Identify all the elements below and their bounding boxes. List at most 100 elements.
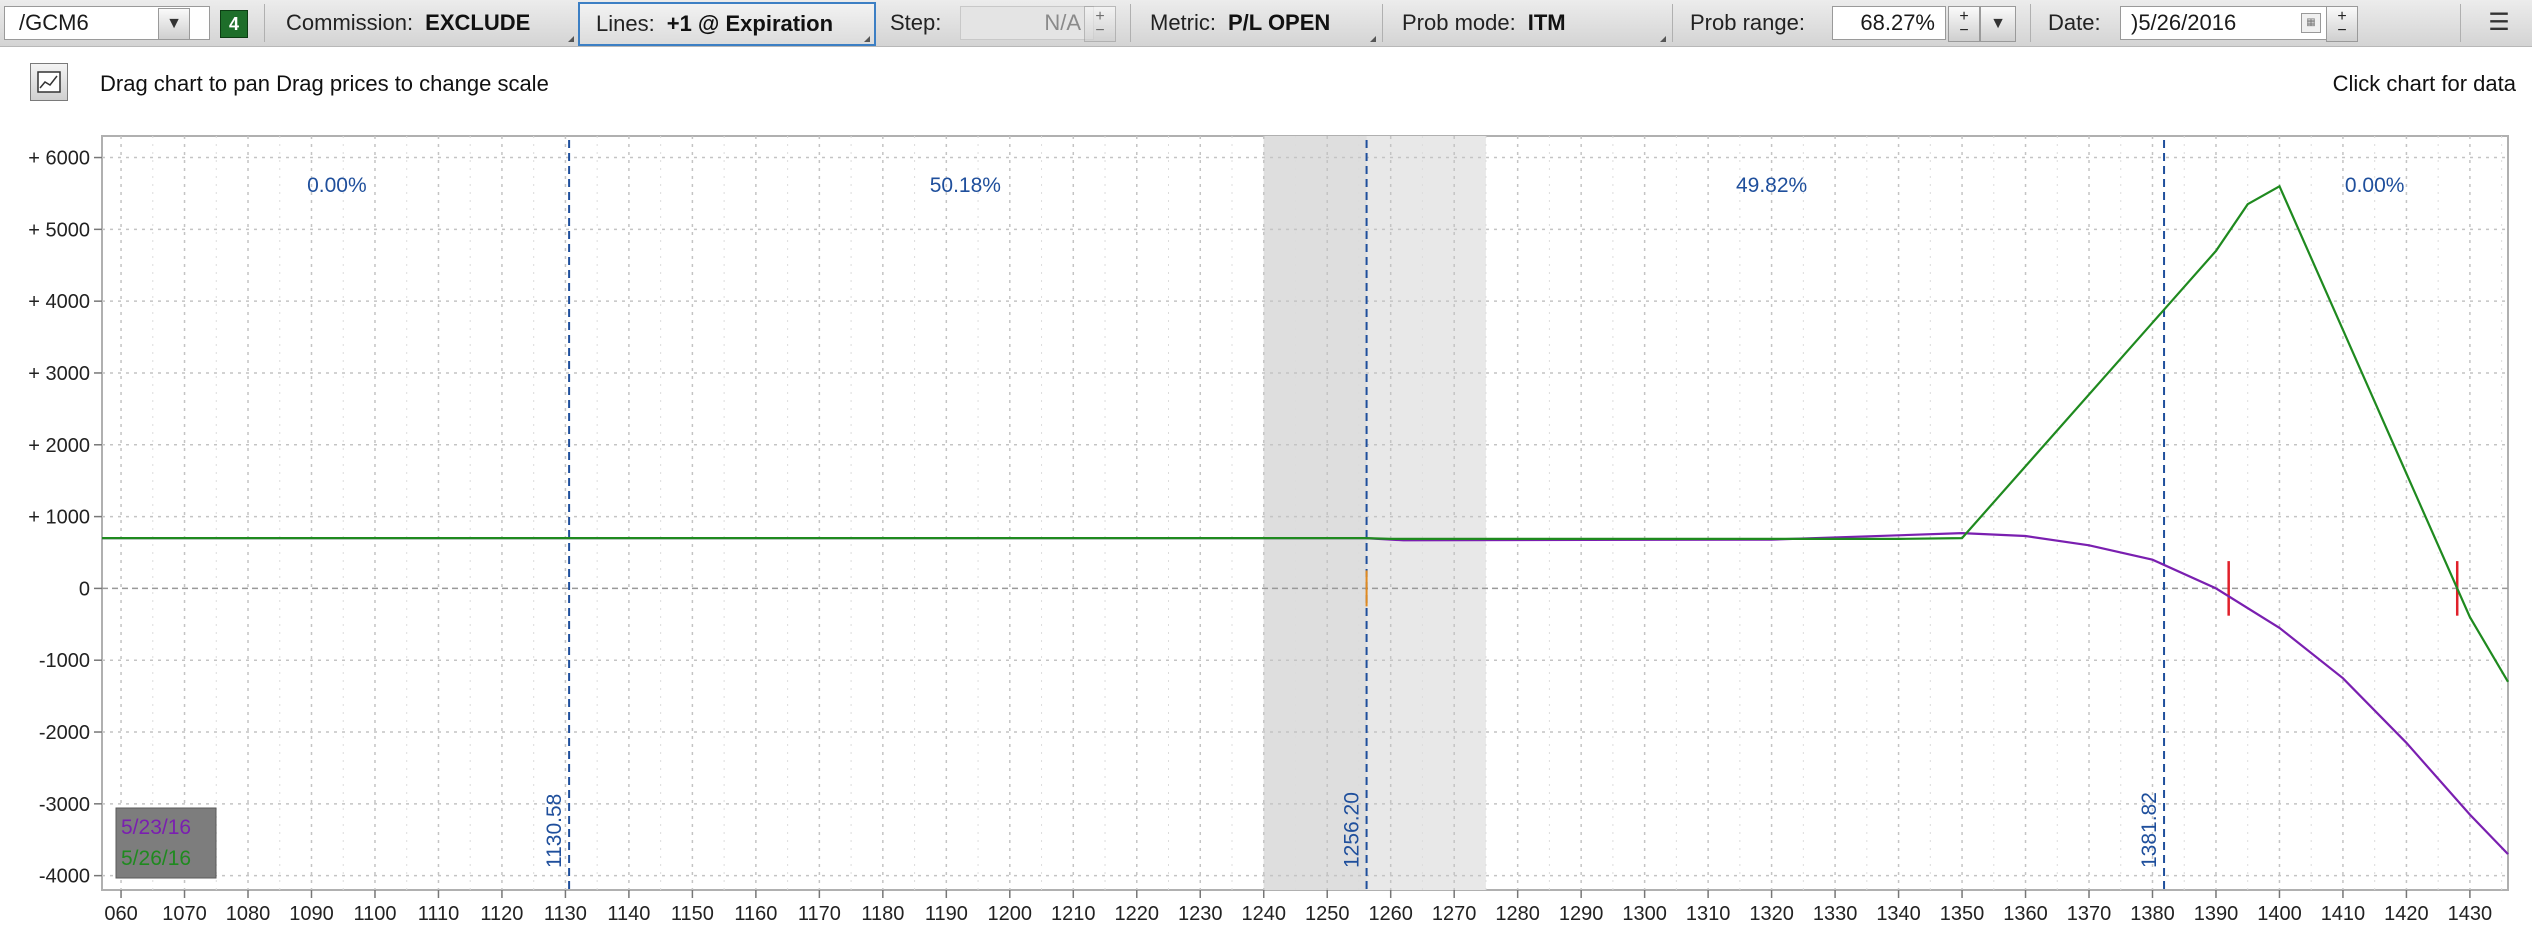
link-group-badge[interactable]: 4 (220, 10, 248, 38)
symbol-value: /GCM6 (19, 10, 89, 35)
step-field[interactable]: N/A (960, 6, 1094, 40)
dropdown-corner-icon (864, 36, 870, 42)
zone-probability-label: 0.00% (2345, 174, 2405, 197)
y-tick-label: + 3000 (28, 363, 90, 385)
x-tick-label: 1390 (2194, 903, 2239, 925)
y-tick-label: -2000 (39, 722, 90, 744)
x-tick-label: 1220 (1115, 903, 1160, 925)
step-value: N/A (1044, 10, 1081, 35)
probrange-field[interactable]: 68.27% (1832, 6, 1946, 40)
step-control: Step: (890, 0, 941, 46)
probrange-dropdown-button[interactable]: ▼ (1980, 6, 2016, 42)
link-group-number: 4 (228, 13, 239, 34)
probmode-value: ITM (1527, 10, 1566, 35)
commission-label: Commission: (286, 10, 414, 35)
x-tick-label: 060 (104, 903, 137, 925)
y-tick-label: -4000 (39, 866, 90, 888)
step-label: Step: (890, 10, 942, 35)
x-tick-label: 1290 (1559, 903, 1604, 925)
zone-probability-label: 50.18% (930, 174, 1001, 197)
x-tick-label: 1300 (1622, 903, 1667, 925)
lines-value: +1 @ Expiration (666, 11, 834, 36)
x-tick-label: 1310 (1686, 903, 1731, 925)
info-bar: Drag chart to pan Drag prices to change … (0, 47, 2532, 127)
separator (2030, 4, 2031, 42)
separator (1672, 4, 1673, 42)
x-tick-label: 1320 (1749, 903, 1794, 925)
probrange-control: Prob range: (1690, 0, 1805, 46)
x-tick-label: 1140 (607, 903, 650, 925)
date-value: )5/26/2016 (2131, 10, 2237, 35)
y-tick-label: + 4000 (28, 291, 90, 313)
probability-marker-label: 1256.20 (1341, 792, 1364, 868)
x-tick-label: 1100 (353, 903, 396, 925)
x-tick-label: 1280 (1495, 903, 1540, 925)
dropdown-corner-icon (568, 36, 574, 42)
symbol-dropdown-button[interactable]: ▼ (158, 8, 190, 40)
x-tick-label: 1420 (2384, 903, 2429, 925)
x-tick-label: 1090 (289, 903, 334, 925)
y-tick-label: + 2000 (28, 435, 90, 457)
x-tick-label: 1270 (1432, 903, 1477, 925)
date-label: Date: (2048, 10, 2101, 35)
legend-entry: 5/26/16 (121, 847, 191, 870)
shaded-band-left (1263, 136, 1367, 890)
x-tick-label: 1340 (1876, 903, 1921, 925)
pl-chart[interactable]: 060 1070 1080 1090 1100 1110 1120 1130 1140 1150 1… (0, 127, 2532, 948)
probmode-control[interactable]: Prob mode: ITM (1402, 0, 1566, 46)
x-tick-label: 1110 (418, 903, 460, 925)
minus-icon: − (1095, 22, 1105, 39)
x-tick-label: 1360 (2003, 903, 2048, 925)
legend-entry: 5/23/16 (121, 816, 191, 839)
x-tick-label: 1210 (1051, 903, 1096, 925)
x-tick-label: 1430 (2448, 903, 2493, 925)
minus-icon: − (1959, 22, 1969, 39)
chevron-down-icon: ▼ (166, 15, 182, 32)
x-tick-label: 1260 (1368, 903, 1413, 925)
date-spinner[interactable]: + − (2326, 6, 2358, 42)
y-tick-label: + 5000 (28, 219, 90, 241)
x-tick-label: 1150 (671, 903, 714, 925)
x-tick-label: 1190 (925, 903, 968, 925)
date-control: Date: (2048, 0, 2101, 46)
x-tick-label: 1250 (1305, 903, 1350, 925)
x-tick-label: 1380 (2130, 903, 2175, 925)
probrange-spinner[interactable]: + − (1948, 6, 1980, 42)
dropdown-corner-icon (1370, 36, 1376, 42)
chevron-down-icon: ▼ (1990, 15, 2006, 32)
x-tick-label: 1370 (2067, 903, 2112, 925)
probrange-label: Prob range: (1690, 10, 1805, 35)
metric-control[interactable]: Metric: P/L OPEN (1150, 0, 1330, 46)
metric-value: P/L OPEN (1228, 10, 1331, 35)
y-tick-label: + 6000 (28, 148, 90, 170)
y-tick-label: 0 (79, 578, 90, 600)
menu-icon[interactable]: ☰ (2484, 8, 2514, 38)
minus-icon: − (2337, 22, 2347, 39)
x-tick-label: 1200 (988, 903, 1033, 925)
lines-control[interactable]: Lines: +1 @ Expiration (578, 2, 876, 46)
y-tick-label: + 1000 (28, 507, 90, 529)
date-field[interactable]: )5/26/2016 ▦ (2120, 6, 2332, 40)
toolbar: /GCM6 ▼ 4 Commission: EXCLUDE Lines: +1 … (0, 0, 2532, 47)
calendar-icon[interactable]: ▦ (2301, 13, 2321, 33)
zone-probability-label: 0.00% (307, 174, 367, 197)
x-tick-label: 1160 (734, 903, 777, 925)
drag-hint: Drag chart to pan Drag prices to change … (100, 71, 549, 96)
x-tick-label: 1080 (226, 903, 271, 925)
chart-settings-icon[interactable] (30, 63, 68, 101)
x-tick-label: 1350 (1940, 903, 1985, 925)
probmode-label: Prob mode: (1402, 10, 1516, 35)
probability-marker-label: 1130.58 (543, 794, 566, 868)
commission-control[interactable]: Commission: EXCLUDE (286, 0, 530, 46)
x-tick-label: 1070 (162, 903, 207, 925)
separator (1382, 4, 1383, 42)
separator (2460, 4, 2461, 42)
x-tick-label: 1230 (1178, 903, 1223, 925)
zone-probability-label: 49.82% (1736, 174, 1807, 197)
x-tick-label: 1170 (798, 903, 841, 925)
x-tick-label: 1410 (2321, 903, 2366, 925)
lines-label: Lines: (596, 11, 655, 36)
x-tick-label: 1240 (1241, 903, 1286, 925)
probrange-value: 68.27% (1860, 10, 1935, 35)
step-spinner[interactable]: + − (1084, 6, 1116, 42)
